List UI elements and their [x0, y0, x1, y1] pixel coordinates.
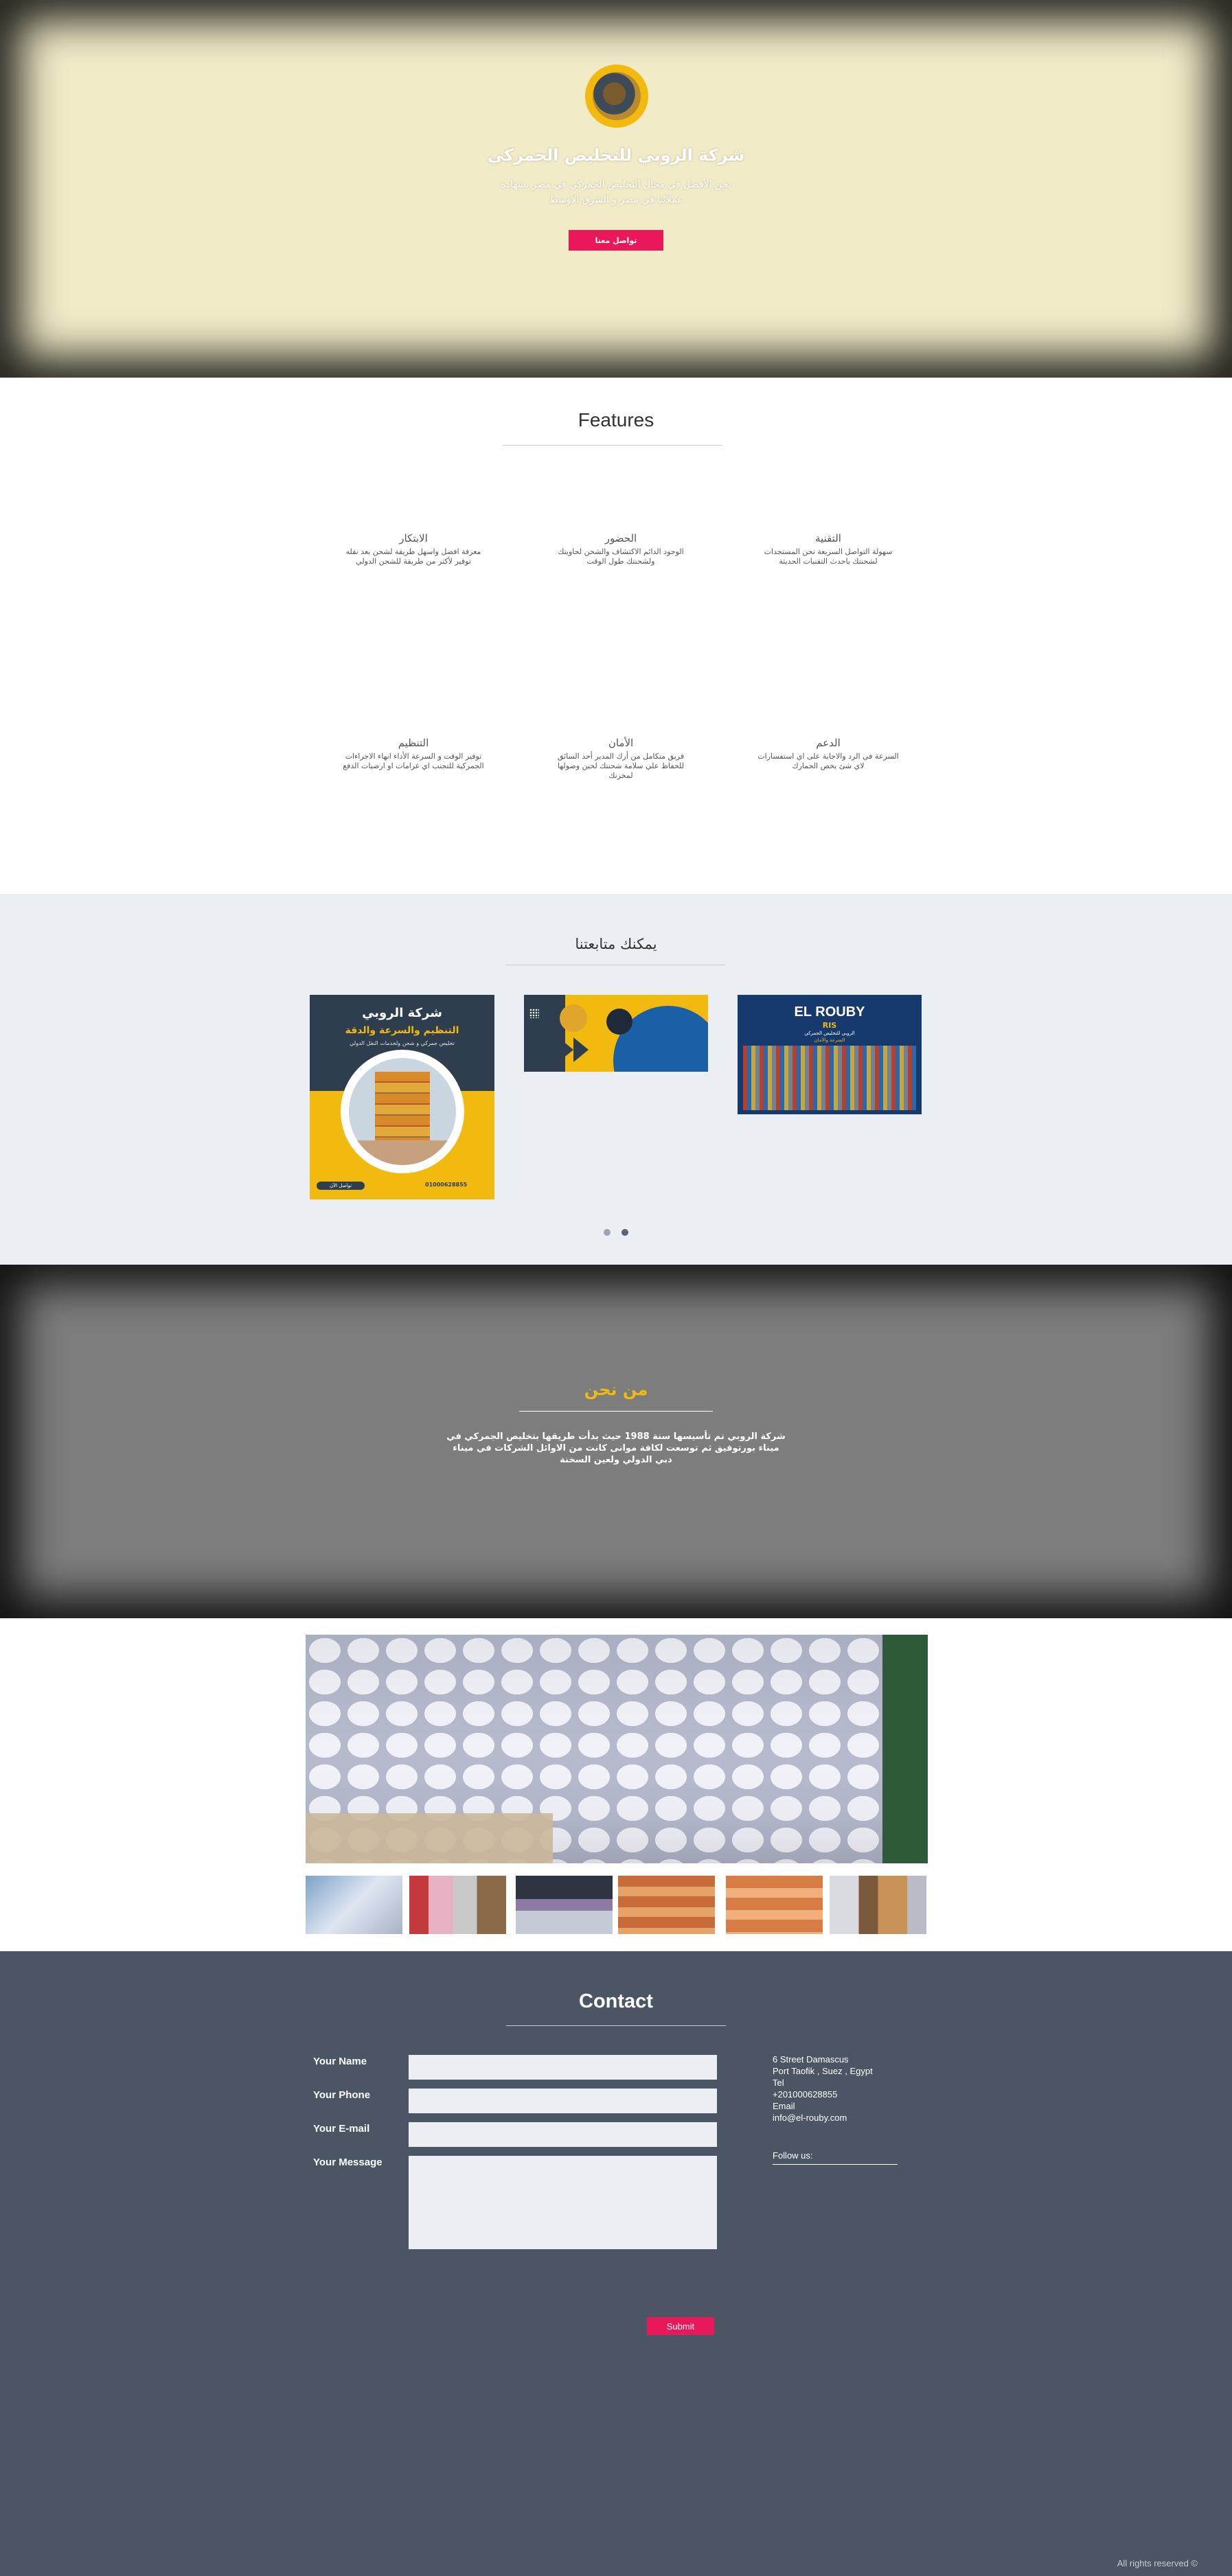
name-label: Your Name — [313, 2056, 367, 2067]
post-subtitle: RIS — [822, 1021, 837, 1030]
hero-title: شركة الروبي للتخليص الجمركي — [487, 146, 745, 165]
follow-us-label: Follow us: — [773, 2150, 813, 2161]
post-circle — [341, 1050, 464, 1173]
contact-us-button[interactable]: تواصل معنا — [569, 230, 663, 251]
feature-description: معرفة افضل واسهل طريقة لشحن بعد نقله توف… — [345, 547, 481, 566]
feature-title: الدعم — [816, 737, 841, 749]
social-post[interactable]: شركة الروبي التنظيم والسرعة والدقة تخليص… — [310, 995, 494, 1199]
email-label: Your E-mail — [313, 2123, 370, 2135]
phone-input[interactable] — [409, 2089, 717, 2113]
email-info-label: Email — [773, 2101, 795, 2111]
features-divider — [503, 445, 722, 446]
tel-label: Tel — [773, 2078, 784, 2088]
feature-title: الحضور — [604, 532, 637, 544]
feature-item: الدعم السرعة في الرد والاجابة على اي است… — [753, 737, 904, 771]
post-tagline: السرعة والأمان — [814, 1037, 845, 1043]
feature-title: الابتكار — [399, 532, 428, 544]
feature-item: الابتكار معرفة افضل واسهل طريقة لشحن بعد… — [338, 532, 489, 566]
about-title: من نحن — [584, 1380, 648, 1399]
containers-image — [349, 1058, 456, 1165]
feature-description: السرعة في الرد والاجابة على اي استفسارات… — [757, 752, 899, 770]
feature-description: سهولة التواصل السريعة نحن المستجدات لشحن… — [764, 547, 893, 566]
play-arrow-icon — [573, 1037, 589, 1062]
post-title: EL ROUBY — [794, 1004, 865, 1020]
port-containers-image — [743, 1046, 916, 1110]
post-title: شركة الروبي — [362, 1006, 442, 1020]
ball-image — [606, 1009, 632, 1035]
post-caption: تخليص جمركي و شحن ولخدمات النقل الدولي — [350, 1040, 455, 1046]
about-divider — [519, 1411, 713, 1412]
tel-value[interactable]: +201000628855 — [773, 2089, 873, 2100]
message-textarea[interactable] — [409, 2156, 717, 2249]
email-input[interactable] — [409, 2122, 717, 2147]
circle-decoration — [560, 1004, 587, 1032]
gallery-main-image — [306, 1635, 928, 1863]
gallery-thumbnail[interactable] — [618, 1876, 715, 1934]
email-value[interactable]: info@el-rouby.com — [773, 2112, 873, 2124]
feature-title: التقنية — [815, 532, 841, 544]
name-input[interactable] — [409, 2055, 717, 2080]
social-post[interactable] — [524, 995, 708, 1072]
dots-decoration — [529, 1009, 539, 1018]
feature-description: الوجود الدائم الاكتشاف والشحن لحاويتك ول… — [558, 547, 684, 566]
address-line-1: 6 Street Damascus — [773, 2054, 849, 2065]
contact-divider — [506, 2025, 726, 2026]
post-phone: 01000628855 — [425, 1182, 468, 1188]
post-caption: الروبي للتخليص الجمركي — [804, 1031, 855, 1036]
social-post[interactable]: EL ROUBY RIS الروبي للتخليص الجمركي السر… — [738, 995, 922, 1114]
follow-us-underline — [773, 2164, 898, 2165]
post-subtitle: التنظيم والسرعة والدقة — [345, 1025, 459, 1036]
company-logo — [585, 65, 648, 128]
gallery-thumbnail[interactable] — [830, 1876, 926, 1934]
follow-title: يمكنك متابعتنا — [575, 936, 657, 952]
feature-item: الحضور الوجود الدائم الاكتشاف والشحن لحا… — [545, 532, 696, 566]
gallery-thumbnail[interactable] — [516, 1876, 613, 1934]
carousel-dot-active[interactable] — [621, 1229, 628, 1236]
feature-title: التنظيم — [398, 737, 429, 749]
post-button: تواصل الآن — [317, 1182, 365, 1190]
about-text: شركة الروبي تم تأسيسها سنة 1988 حيث بدأت… — [446, 1431, 786, 1465]
carousel-dot[interactable] — [604, 1229, 611, 1236]
feature-description: فريق متكامل من أرك المدير أحد السائق للح… — [557, 752, 685, 780]
hero-subtitle: نحن الأفضل في مجال التخليص الجمركي في مص… — [501, 179, 731, 205]
contact-info: 6 Street Damascus Port Taofik , Suez , E… — [773, 2054, 873, 2124]
message-label: Your Message — [313, 2157, 383, 2168]
contact-title: Contact — [579, 1990, 653, 2012]
feature-item: الأمان فريق متكامل من أرك المدير أحد الس… — [545, 737, 696, 781]
feature-item: التقنية سهولة التواصل السريعة نحن المستج… — [753, 532, 904, 566]
play-arrow-icon — [558, 1037, 573, 1062]
address-line-2: Port Taofik , Suez , Egypt — [773, 2066, 873, 2076]
copyright-text: All rights reserved © — [1117, 2558, 1198, 2568]
gallery-thumbnail[interactable] — [726, 1876, 823, 1934]
gallery-thumbnail[interactable] — [306, 1876, 402, 1934]
gallery-thumbnail[interactable] — [409, 1876, 506, 1934]
submit-button[interactable]: Submit — [647, 2317, 714, 2335]
feature-description: توفير الوقت و السرعة الأداء انهاء الاجرا… — [343, 752, 484, 770]
contact-section — [0, 1951, 1232, 2576]
feature-item: التنظيم توفير الوقت و السرعة الأداء انها… — [338, 737, 489, 771]
feature-title: الأمان — [608, 737, 634, 749]
phone-label: Your Phone — [313, 2089, 371, 2101]
features-title: Features — [578, 409, 654, 430]
